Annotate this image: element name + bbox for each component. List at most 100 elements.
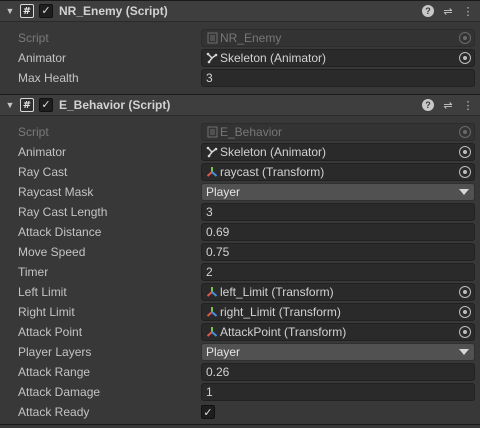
field-value: E_Behavior [220, 125, 283, 139]
attack-range-input[interactable]: 0.26 [201, 363, 475, 381]
attack-distance-input[interactable]: 0.69 [201, 223, 475, 241]
script-asset-icon [206, 126, 218, 138]
property-label: Timer [18, 265, 49, 279]
property-label: Attack Point [18, 325, 83, 339]
property-row-ray-cast: Ray Cast raycast (Transform) [0, 162, 480, 182]
property-row-max-health: Max Health 3 [0, 68, 480, 88]
more-icon[interactable]: ⋮ [462, 5, 474, 18]
property-label: Left Limit [18, 285, 67, 299]
property-row-move-speed: Move Speed 0.75 [0, 242, 480, 262]
attack-ready-checkbox[interactable]: ✓ [201, 405, 215, 419]
component-enabled-checkbox[interactable]: ✓ [39, 4, 53, 18]
transform-icon [206, 326, 218, 338]
field-value: right_Limit (Transform) [220, 305, 341, 319]
property-row-attack-damage: Attack Damage 1 [0, 382, 480, 402]
transform-icon [206, 286, 218, 298]
inspector-panel: ▼ # ✓ NR_Enemy (Script)? ⇌ ⋮ Script NR_Enemy Ani… [0, 0, 480, 428]
timer-input[interactable]: 2 [201, 263, 475, 281]
component-0: ▼ # ✓ NR_Enemy (Script)? ⇌ ⋮ Script NR_Enemy Ani… [0, 0, 480, 94]
property-label: Attack Distance [18, 225, 102, 239]
component-header[interactable]: ▼ # ✓ NR_Enemy (Script)? ⇌ ⋮ [0, 0, 480, 22]
help-icon[interactable]: ? [422, 99, 434, 111]
header-icons: ? ⇌ ⋮ [422, 95, 474, 115]
raycast-mask-dropdown[interactable]: Player [201, 183, 475, 201]
object-picker-icon[interactable] [459, 326, 471, 338]
object-picker-icon[interactable] [459, 52, 471, 64]
field-value: 3 [206, 71, 213, 85]
dropdown-arrow-icon[interactable] [459, 349, 469, 355]
preset-icon[interactable]: ⇌ [442, 5, 454, 18]
move-speed-input[interactable]: 0.75 [201, 243, 475, 261]
property-label: Animator [18, 145, 67, 159]
property-label: Right Limit [18, 305, 75, 319]
object-picker-icon [459, 32, 471, 44]
property-row-attack-point: Attack Point AttackPoint (Transform) [0, 322, 480, 342]
player-layers-dropdown[interactable]: Player [201, 343, 475, 361]
field-value: 0.69 [206, 225, 230, 239]
field-value: 0.75 [206, 245, 230, 259]
property-label: Script [18, 31, 49, 45]
script-asset-icon [206, 32, 218, 44]
property-row-ray-cast-length: Ray Cast Length 3 [0, 202, 480, 222]
animator-object-field[interactable]: Skeleton (Animator) [201, 143, 475, 161]
field-value: Player [206, 185, 241, 199]
ray-cast-length-input[interactable]: 3 [201, 203, 475, 221]
property-row-animator: Animator Skeleton (Animator) [0, 48, 480, 68]
ray-cast-object-field[interactable]: raycast (Transform) [201, 163, 475, 181]
object-picker-icon [459, 126, 471, 138]
property-label: Script [18, 125, 49, 139]
help-icon[interactable]: ? [422, 5, 434, 17]
field-value: 3 [206, 205, 213, 219]
more-icon[interactable]: ⋮ [462, 99, 474, 112]
script-icon: # [20, 98, 34, 112]
property-row-raycast-mask: Raycast Mask Player [0, 182, 480, 202]
property-row-script: Script NR_Enemy [0, 28, 480, 48]
script-object-field: NR_Enemy [201, 29, 475, 47]
script-icon: # [20, 4, 34, 18]
property-label: Ray Cast [18, 165, 68, 179]
object-picker-icon[interactable] [459, 306, 471, 318]
component-enabled-checkbox[interactable]: ✓ [39, 98, 53, 112]
property-row-player-layers: Player Layers Player [0, 342, 480, 362]
preset-icon[interactable]: ⇌ [442, 99, 454, 112]
property-label: Move Speed [18, 245, 86, 259]
left-limit-object-field[interactable]: left_Limit (Transform) [201, 283, 475, 301]
object-picker-icon[interactable] [459, 146, 471, 158]
property-label: Ray Cast Length [18, 205, 108, 219]
transform-icon [206, 306, 218, 318]
property-row-attack-ready: Attack Ready ✓ [0, 402, 480, 422]
max-health-input[interactable]: 3 [201, 69, 475, 87]
field-value: raycast (Transform) [220, 165, 325, 179]
field-value: NR_Enemy [220, 31, 282, 45]
attack-point-object-field[interactable]: AttackPoint (Transform) [201, 323, 475, 341]
header-icons: ? ⇌ ⋮ [422, 1, 474, 21]
foldout-arrow-icon[interactable]: ▼ [4, 5, 16, 17]
property-label: Max Health [18, 71, 79, 85]
foldout-arrow-icon[interactable]: ▼ [4, 99, 16, 111]
right-limit-object-field[interactable]: right_Limit (Transform) [201, 303, 475, 321]
field-value: left_Limit (Transform) [220, 285, 334, 299]
field-value: 1 [206, 385, 213, 399]
animator-icon [206, 146, 218, 158]
property-row-script: Script E_Behavior [0, 122, 480, 142]
property-label: Attack Damage [18, 385, 101, 399]
dropdown-arrow-icon[interactable] [459, 189, 469, 195]
property-row-right-limit: Right Limit right_Limit (Transform) [0, 302, 480, 322]
property-label: Attack Range [18, 365, 91, 379]
field-value: Player [206, 345, 241, 359]
animator-object-field[interactable]: Skeleton (Animator) [201, 49, 475, 67]
component-1: ▼ # ✓ E_Behavior (Script)? ⇌ ⋮ Script E_Behavio… [0, 94, 480, 428]
property-label: Attack Ready [18, 405, 90, 419]
object-picker-icon[interactable] [459, 286, 471, 298]
property-row-timer: Timer 2 [0, 262, 480, 282]
component-header[interactable]: ▼ # ✓ E_Behavior (Script)? ⇌ ⋮ [0, 94, 480, 116]
field-value: AttackPoint (Transform) [220, 325, 347, 339]
property-label: Animator [18, 51, 67, 65]
divider [0, 424, 480, 425]
field-value: Skeleton (Animator) [220, 145, 327, 159]
property-row-attack-distance: Attack Distance 0.69 [0, 222, 480, 242]
attack-damage-input[interactable]: 1 [201, 383, 475, 401]
property-row-animator: Animator Skeleton (Animator) [0, 142, 480, 162]
object-picker-icon[interactable] [459, 166, 471, 178]
